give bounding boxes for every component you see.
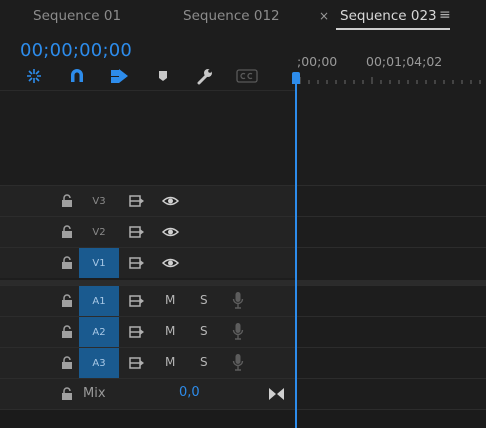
- sync-lock-icon[interactable]: [129, 326, 145, 338]
- mix-volume-value[interactable]: 0,0: [179, 385, 200, 400]
- lock-track-icon[interactable]: [61, 387, 73, 400]
- snap-magnet-icon[interactable]: [66, 66, 88, 86]
- track-row-v3: V3: [0, 185, 486, 216]
- mix-track-row: Mix 0,0: [0, 378, 486, 409]
- tab-sequence-012[interactable]: Sequence 012: [183, 8, 280, 24]
- solo-button[interactable]: S: [200, 324, 208, 338]
- wrench-settings-icon[interactable]: [194, 66, 216, 86]
- sync-lock-icon[interactable]: [129, 357, 145, 369]
- track-target-v1[interactable]: V1: [79, 248, 119, 278]
- panel-menu-icon[interactable]: ≡: [439, 7, 451, 23]
- mute-button[interactable]: M: [165, 324, 175, 338]
- sync-lock-icon[interactable]: [129, 295, 145, 307]
- toggle-output-eye-icon[interactable]: [162, 257, 179, 269]
- add-marker-icon[interactable]: [152, 66, 174, 86]
- track-target-a1[interactable]: A1: [79, 286, 119, 316]
- sync-lock-icon[interactable]: [129, 195, 145, 207]
- voiceover-mic-icon[interactable]: [232, 322, 244, 341]
- insert-sequence-nest-icon[interactable]: [23, 66, 45, 86]
- mute-button[interactable]: M: [165, 293, 175, 307]
- track-content[interactable]: [297, 217, 486, 247]
- tab-sequence-01[interactable]: Sequence 01: [33, 8, 121, 24]
- captions-cc-icon[interactable]: [235, 66, 259, 86]
- track-header: V3: [0, 186, 295, 216]
- track-target-v3[interactable]: V3: [79, 186, 119, 216]
- time-ruler[interactable]: [296, 74, 486, 84]
- track-content[interactable]: [297, 348, 486, 378]
- track-header: V1: [0, 248, 295, 278]
- voiceover-mic-icon[interactable]: [232, 291, 244, 310]
- mix-track-header: Mix 0,0: [0, 379, 295, 409]
- track-row-v1: V1: [0, 247, 486, 278]
- track-target-a2[interactable]: A2: [79, 317, 119, 347]
- header-separator: [0, 90, 295, 91]
- lock-track-icon[interactable]: [61, 325, 73, 338]
- track-content[interactable]: [297, 186, 486, 216]
- track-content[interactable]: [297, 286, 486, 316]
- solo-button[interactable]: S: [200, 293, 208, 307]
- lock-track-icon[interactable]: [61, 194, 73, 207]
- sync-lock-icon[interactable]: [129, 226, 145, 238]
- lock-track-icon[interactable]: [61, 294, 73, 307]
- active-tab-indicator: [336, 28, 450, 30]
- voiceover-mic-icon[interactable]: [232, 353, 244, 372]
- lock-track-icon[interactable]: [61, 225, 73, 238]
- track-row-a3: A3 M S: [0, 347, 486, 378]
- linked-selection-icon[interactable]: [108, 66, 130, 86]
- mix-label: Mix: [83, 386, 106, 401]
- track-header: V2: [0, 217, 295, 247]
- ruler-mark-label: 00;01;04;02: [366, 54, 443, 69]
- track-header: A3 M S: [0, 348, 295, 378]
- track-header: A2 M S: [0, 317, 295, 347]
- lock-track-icon[interactable]: [61, 356, 73, 369]
- track-target-a3[interactable]: A3: [79, 348, 119, 378]
- ruler-start-label: ;00;00: [297, 54, 338, 69]
- track-content[interactable]: [297, 248, 486, 278]
- track-content[interactable]: [297, 317, 486, 347]
- playhead-handle[interactable]: [292, 72, 300, 84]
- close-tab-icon[interactable]: ×: [319, 9, 329, 23]
- horizontal-scroll-bar[interactable]: [0, 409, 486, 428]
- toggle-output-eye-icon[interactable]: [162, 226, 179, 238]
- sync-lock-icon[interactable]: [129, 257, 145, 269]
- toggle-output-eye-icon[interactable]: [162, 195, 179, 207]
- go-to-in-out-icon[interactable]: [268, 387, 285, 401]
- playhead-timecode[interactable]: 00;00;00;00: [20, 40, 132, 61]
- tab-sequence-023[interactable]: Sequence 023: [340, 8, 437, 24]
- mute-button[interactable]: M: [165, 355, 175, 369]
- lock-track-icon[interactable]: [61, 256, 73, 269]
- track-header: A1 M S: [0, 286, 295, 316]
- track-row-a1: A1 M S: [0, 285, 486, 316]
- playhead-line[interactable]: [295, 78, 297, 428]
- track-target-v2[interactable]: V2: [79, 217, 119, 247]
- track-row-a2: A2 M S: [0, 316, 486, 347]
- track-row-v2: V2: [0, 216, 486, 247]
- solo-button[interactable]: S: [200, 355, 208, 369]
- sequence-tab-bar: Sequence 01 Sequence 012 × Sequence 023 …: [0, 0, 486, 33]
